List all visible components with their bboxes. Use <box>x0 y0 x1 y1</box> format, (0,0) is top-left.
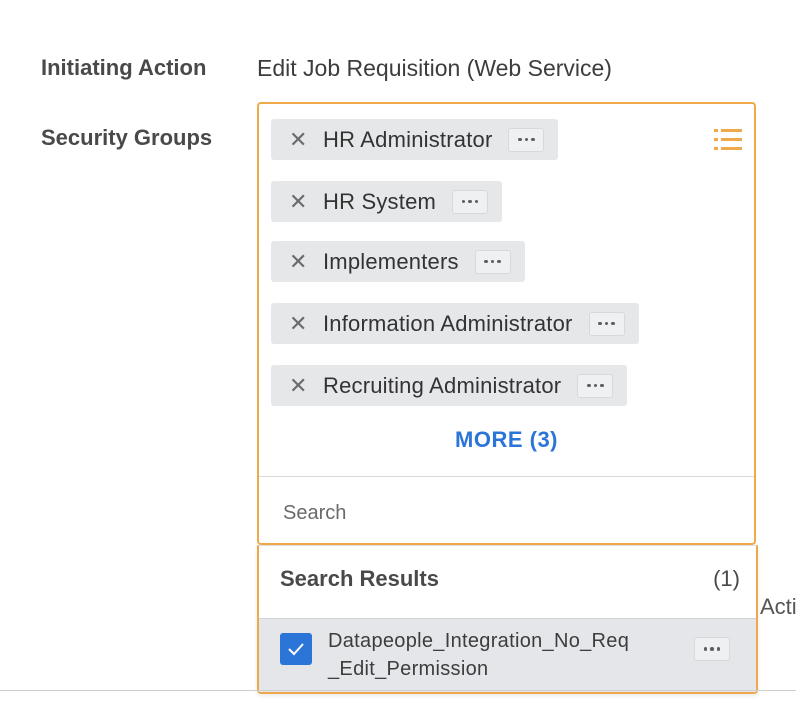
pill-label: Implementers <box>323 248 459 274</box>
close-icon[interactable]: ✕ <box>289 190 307 213</box>
selected-pill: ✕ HR System <box>271 181 503 222</box>
checkmark-icon <box>288 643 304 656</box>
selected-pill: ✕ HR Administrator <box>271 119 559 160</box>
close-icon[interactable]: ✕ <box>289 128 307 151</box>
more-link[interactable]: MORE (3) <box>259 427 754 453</box>
divider <box>259 476 754 477</box>
search-input[interactable] <box>261 484 752 542</box>
search-results-panel: Search Results (1) Datapeople_Integratio… <box>257 545 758 694</box>
more-dots-icon <box>598 321 615 326</box>
security-groups-field[interactable]: ✕ HR Administrator ✕ HR System ✕ Impleme… <box>257 102 756 545</box>
search-result-label: Datapeople_Integration_No_Req _Edit_Perm… <box>328 627 629 683</box>
related-actions-button[interactable] <box>588 311 625 336</box>
more-dots-icon <box>461 199 479 204</box>
more-dots-icon <box>587 383 604 388</box>
security-groups-label: Security Groups <box>41 125 213 150</box>
pill-label: HR Administrator <box>323 126 493 152</box>
related-actions-button[interactable] <box>694 637 730 661</box>
selected-pill: ✕ Information Administrator <box>271 303 639 344</box>
related-actions-button[interactable] <box>577 373 614 398</box>
selected-pill: ✕ Implementers <box>271 241 525 282</box>
pill-label: Information Administrator <box>323 310 573 336</box>
more-dots-icon <box>484 259 501 264</box>
close-icon[interactable]: ✕ <box>289 250 307 273</box>
background-text: Activ <box>760 594 796 619</box>
checkbox[interactable] <box>280 633 312 665</box>
related-actions-button[interactable] <box>452 189 489 214</box>
search-result-item[interactable]: Datapeople_Integration_No_Req _Edit_Perm… <box>259 618 756 692</box>
search-results-count: (1) <box>713 566 740 591</box>
initiating-action-label: Initiating Action <box>41 55 207 80</box>
related-actions-button[interactable] <box>474 249 511 274</box>
selected-pill: ✕ Recruiting Administrator <box>271 365 628 406</box>
more-dots-icon <box>518 137 535 142</box>
search-result-line: Datapeople_Integration_No_Req <box>328 630 630 652</box>
list-icon[interactable] <box>714 129 742 151</box>
pill-label: Recruiting Administrator <box>323 372 562 398</box>
initiating-action-value: Edit Job Requisition (Web Service) <box>257 55 612 81</box>
bottom-divider <box>0 690 796 691</box>
search-result-line: _Edit_Permission <box>328 658 489 680</box>
pill-label: HR System <box>323 188 437 214</box>
search-results-heading: Search Results <box>280 566 439 591</box>
related-actions-button[interactable] <box>508 127 545 152</box>
more-dots-icon <box>703 647 721 651</box>
close-icon[interactable]: ✕ <box>289 374 307 397</box>
close-icon[interactable]: ✕ <box>289 312 307 335</box>
